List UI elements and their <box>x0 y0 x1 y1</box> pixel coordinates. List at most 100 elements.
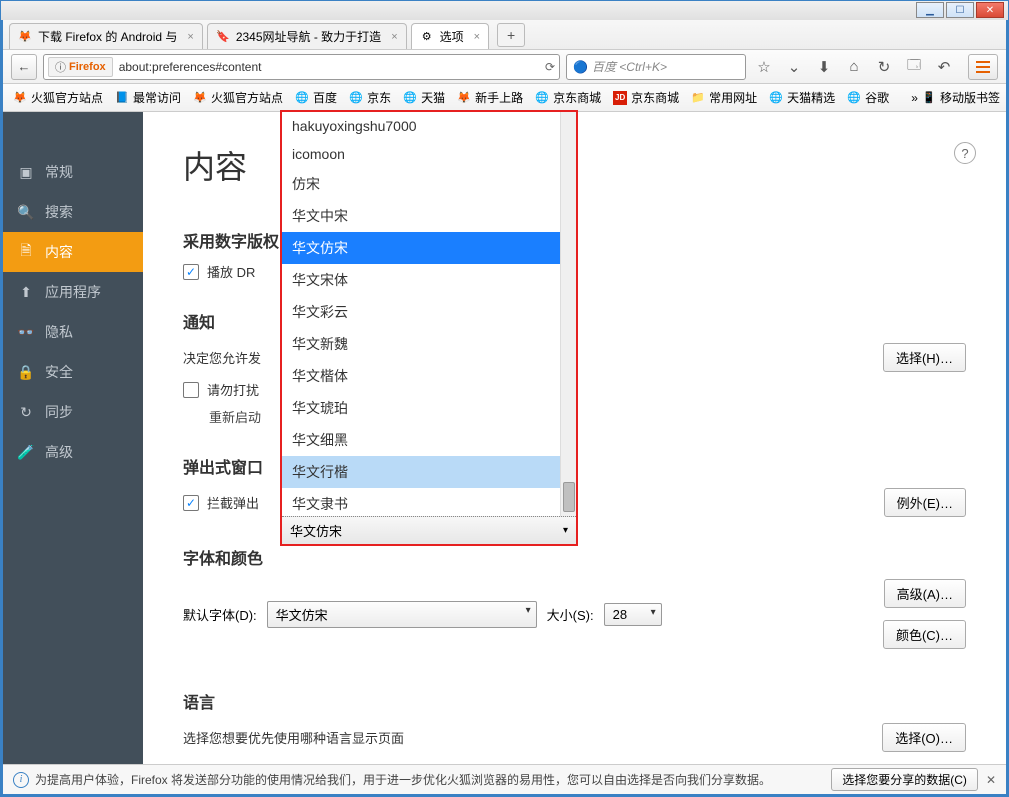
fonts-advanced-button[interactable]: 高级(A)… <box>884 579 966 608</box>
notifications-select-button[interactable]: 选择(H)… <box>883 343 966 372</box>
hamburger-icon <box>976 66 990 68</box>
home-icon[interactable]: ⌂ <box>842 55 866 79</box>
tab-close-icon[interactable]: × <box>391 31 397 43</box>
menu-button[interactable] <box>968 54 998 80</box>
bookmark-item[interactable]: 🦊新手上路 <box>453 87 527 108</box>
content-icon: 🗎 <box>17 243 35 261</box>
sidebar-item-privacy[interactable]: 👓隐私 <box>3 312 143 352</box>
bookmark-item[interactable]: 🌐谷歌 <box>843 87 893 108</box>
font-option[interactable]: hakuyoxingshu7000 <box>282 112 576 140</box>
sidebar-item-general[interactable]: ▣常规 <box>3 152 143 192</box>
drm-checkbox[interactable] <box>183 264 199 280</box>
language-select-button[interactable]: 选择(O)… <box>882 723 966 752</box>
window-close-button[interactable]: ✕ <box>976 2 1004 18</box>
pocket-icon[interactable]: ⌄ <box>782 55 806 79</box>
font-dropdown-selected-display[interactable]: 华文仿宋 <box>282 516 576 544</box>
back-button[interactable]: ← <box>11 54 37 80</box>
colors-button[interactable]: 颜色(C)… <box>883 620 966 649</box>
bookmark-item[interactable]: 🌐京东商城 <box>531 87 605 108</box>
window-maximize-button[interactable]: ☐ <box>946 2 974 18</box>
font-option[interactable]: 华文仿宋 <box>282 232 576 264</box>
mobile-icon: 📱 <box>922 91 936 105</box>
bookmark-item[interactable]: 🦊火狐官方站点 <box>189 87 287 108</box>
bookmark-item[interactable]: 📁常用网址 <box>687 87 761 108</box>
sidebar-item-content[interactable]: 🗎内容 <box>3 232 143 272</box>
sidebar-item-security[interactable]: 🔒安全 <box>3 352 143 392</box>
sidebar-item-search[interactable]: 🔍搜索 <box>3 192 143 232</box>
notifications-desc: 决定您允许发 <box>183 348 261 367</box>
dnd-label: 请勿打扰 <box>207 380 259 399</box>
dropdown-scrollbar[interactable] <box>560 112 576 516</box>
most-visited-icon: 📘 <box>115 91 129 105</box>
dnd-checkbox[interactable] <box>183 382 199 398</box>
info-icon: i <box>13 772 29 788</box>
bookmark-item[interactable]: 🌐天猫精选 <box>765 87 839 108</box>
popup-block-checkbox[interactable] <box>183 495 199 511</box>
tab-2-preferences[interactable]: ⚙ 选项 × <box>411 23 489 49</box>
font-option[interactable]: 华文楷体 <box>282 360 576 392</box>
pin-icon[interactable]: 🗔 <box>902 55 926 79</box>
globe-icon: 🌐 <box>535 91 549 105</box>
folder-icon: 📁 <box>691 91 705 105</box>
search-placeholder: 百度 <Ctrl+K> <box>592 58 667 75</box>
tab-close-icon[interactable]: × <box>187 31 193 43</box>
default-font-dropdown[interactable]: 华文仿宋 <box>267 601 537 628</box>
advanced-icon: 🧪 <box>17 443 35 461</box>
identity-label: Firefox <box>69 61 106 73</box>
nav-toolbar: ← ⓘFirefox about:preferences#content ⟳ 🔵… <box>3 50 1006 84</box>
globe-icon: 🌐 <box>847 91 861 105</box>
font-option[interactable]: 华文细黑 <box>282 424 576 456</box>
downloads-icon[interactable]: ⬇ <box>812 55 836 79</box>
default-font-label: 默认字体(D): <box>183 605 257 624</box>
identity-box[interactable]: ⓘFirefox <box>48 57 113 77</box>
help-button[interactable]: ? <box>954 142 976 164</box>
tab-close-icon[interactable]: × <box>474 31 480 43</box>
bookmark-overflow-label[interactable]: 移动版书签 <box>940 89 1000 106</box>
font-option[interactable]: 华文琥珀 <box>282 392 576 424</box>
sync-icon[interactable]: ↻ <box>872 55 896 79</box>
bookmark-star-icon[interactable]: ☆ <box>752 55 776 79</box>
font-option[interactable]: 华文新魏 <box>282 328 576 360</box>
search-bar[interactable]: 🔵 百度 <Ctrl+K> <box>566 54 746 80</box>
font-option[interactable]: 仿宋 <box>282 168 576 200</box>
font-option[interactable]: 华文隶书 <box>282 488 576 516</box>
tab-label: 2345网址导航 - 致力于打造 <box>236 28 381 45</box>
dropdown-scrollthumb[interactable] <box>563 482 575 512</box>
sidebar-item-applications[interactable]: ⬆应用程序 <box>3 272 143 312</box>
new-tab-button[interactable]: + <box>497 23 525 47</box>
bookmark-item[interactable]: 🌐天猫 <box>399 87 449 108</box>
popup-exceptions-button[interactable]: 例外(E)… <box>884 488 966 517</box>
search-engine-icon: 🔵 <box>573 60 588 74</box>
overflow-chevron-icon[interactable]: » <box>911 91 918 105</box>
sidebar-item-advanced[interactable]: 🧪高级 <box>3 432 143 472</box>
fonts-heading: 字体和颜色 <box>183 545 966 569</box>
choose-data-button[interactable]: 选择您要分享的数据(C) <box>831 768 978 791</box>
bookmark-item[interactable]: JD京东商城 <box>609 87 683 108</box>
url-bar[interactable]: ⓘFirefox about:preferences#content ⟳ <box>43 54 560 80</box>
font-option[interactable]: 华文彩云 <box>282 296 576 328</box>
language-heading: 语言 <box>183 689 966 713</box>
globe-icon: 🌐 <box>769 91 783 105</box>
url-text: about:preferences#content <box>119 60 262 74</box>
bookmark-item[interactable]: 📘最常访问 <box>111 87 185 108</box>
font-option[interactable]: 华文行楷 <box>282 456 576 488</box>
reload-icon[interactable]: ⟳ <box>545 60 555 74</box>
firefox-icon: 🦊 <box>18 30 32 44</box>
font-option[interactable]: 华文宋体 <box>282 264 576 296</box>
security-icon: 🔒 <box>17 363 35 381</box>
tab-1[interactable]: 🔖 2345网址导航 - 致力于打造 × <box>207 23 407 49</box>
bookmark-item[interactable]: 🌐京东 <box>345 87 395 108</box>
font-option[interactable]: 华文中宋 <box>282 200 576 232</box>
privacy-icon: 👓 <box>17 323 35 341</box>
undo-icon[interactable]: ↶ <box>932 55 956 79</box>
tab-0[interactable]: 🦊 下载 Firefox 的 Android 与 × <box>9 23 203 49</box>
font-dropdown-popup: hakuyoxingshu7000icomoon仿宋华文中宋华文仿宋华文宋体华文… <box>280 110 578 546</box>
font-size-dropdown[interactable]: 28 <box>604 603 662 626</box>
notification-close-icon[interactable]: ✕ <box>986 773 996 787</box>
bookmark-item[interactable]: 🦊火狐官方站点 <box>9 87 107 108</box>
window-minimize-button[interactable]: ▁ <box>916 2 944 18</box>
sidebar-item-sync[interactable]: ↻同步 <box>3 392 143 432</box>
font-option[interactable]: icomoon <box>282 140 576 168</box>
bookmark-item[interactable]: 🌐百度 <box>291 87 341 108</box>
window-titlebar: ▁ ☐ ✕ <box>0 0 1009 20</box>
